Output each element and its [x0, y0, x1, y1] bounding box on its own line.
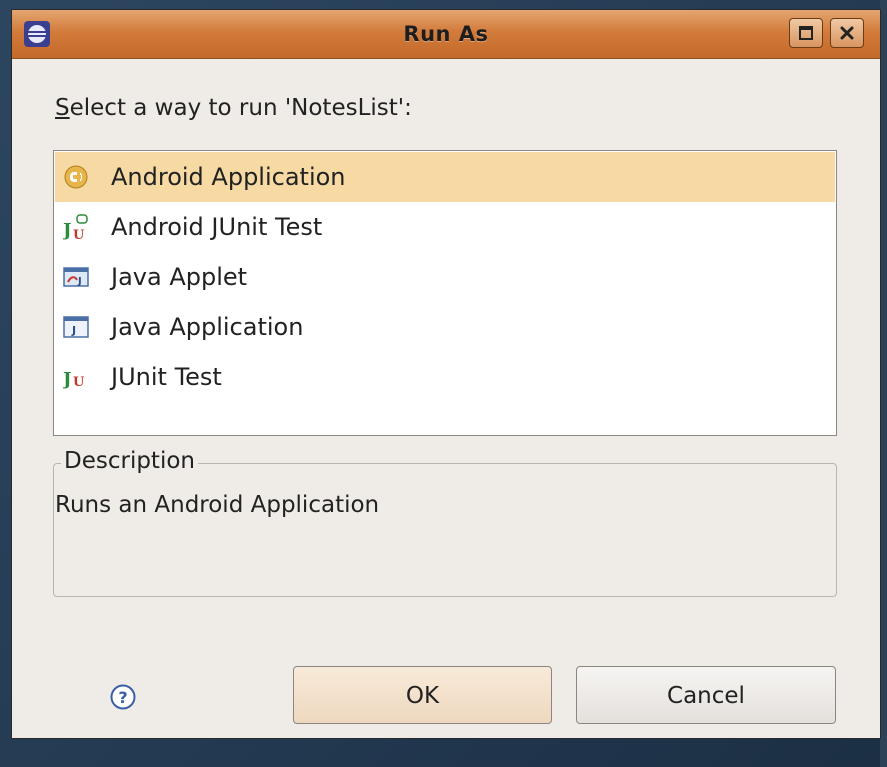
desktop-background-edge	[880, 0, 887, 767]
android-junit-icon: J U	[63, 214, 88, 240]
run-prompt-label: Select a way to run 'NotesList':	[55, 95, 412, 121]
close-icon	[840, 26, 854, 40]
help-icon[interactable]: ?	[109, 683, 137, 711]
description-text: Runs an Android Application	[55, 492, 380, 518]
list-item-android-application[interactable]: Android Application	[55, 152, 835, 202]
svg-text:U: U	[73, 228, 85, 240]
svg-text:?: ?	[118, 688, 127, 707]
list-item-java-application[interactable]: J Java Application	[55, 302, 835, 352]
java-applet-icon: J	[63, 267, 89, 287]
maximize-button[interactable]	[789, 18, 823, 48]
maximize-icon	[799, 26, 813, 40]
window-title: Run As	[403, 22, 489, 46]
list-item-label: Android JUnit Test	[111, 213, 323, 241]
svg-text:J: J	[77, 276, 82, 287]
list-item-java-applet[interactable]: J Java Applet	[55, 252, 835, 302]
list-item-android-junit-test[interactable]: J U Android JUnit Test	[55, 202, 835, 252]
prompt-mnemonic: S	[55, 95, 70, 121]
svg-text:U: U	[73, 375, 85, 390]
java-application-icon: J	[63, 316, 89, 338]
prompt-text: elect a way to run 'NotesList':	[69, 95, 412, 121]
android-app-icon	[64, 165, 88, 189]
description-legend: Description	[61, 448, 198, 474]
run-as-dialog: Run As Select a way to run 'NotesList': …	[12, 10, 880, 738]
list-item-label: Android Application	[111, 163, 346, 191]
launch-options-list[interactable]: Android Application J U Android JUnit Te…	[53, 150, 837, 436]
title-bar[interactable]: Run As	[12, 10, 880, 59]
svg-text:J: J	[63, 220, 72, 240]
cancel-button[interactable]: Cancel	[576, 666, 836, 724]
svg-text:J: J	[71, 324, 76, 337]
svg-text:J: J	[63, 369, 72, 390]
ok-button[interactable]: OK	[293, 666, 552, 724]
list-item-label: Java Applet	[111, 263, 248, 291]
junit-icon: J U	[63, 369, 85, 390]
list-item-junit-test[interactable]: J U JUnit Test	[55, 352, 835, 402]
list-item-label: Java Application	[111, 313, 304, 341]
list-item-label: JUnit Test	[111, 363, 222, 391]
close-button[interactable]	[830, 18, 864, 48]
description-group	[53, 463, 837, 597]
